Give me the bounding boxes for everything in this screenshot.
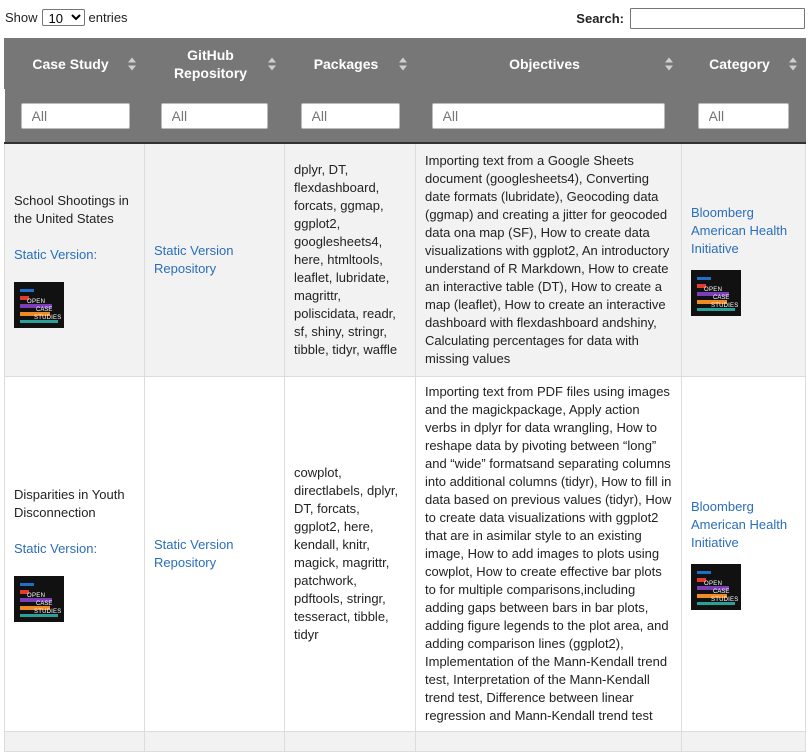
packages-cell: cowplot, directlabels, dplyr, DT, forcat…	[284, 376, 416, 732]
entries-select[interactable]: 10	[41, 9, 85, 26]
filter-input-packages[interactable]	[300, 102, 400, 129]
static-version-link[interactable]: Static Version:	[14, 246, 135, 264]
repository-link[interactable]: Repository	[154, 555, 216, 570]
entries-label: entries	[88, 10, 128, 25]
static-version-repo-link[interactable]: Static Version	[154, 537, 234, 552]
filter-input-category[interactable]	[697, 102, 789, 129]
category-cell: Bloomberg American Health Initiative OPE…	[681, 143, 806, 377]
category-link[interactable]: Bloomberg American Health Initiative	[691, 204, 796, 258]
column-header-case-study[interactable]: Case Study	[4, 38, 145, 89]
sort-icon[interactable]	[789, 57, 797, 70]
search-input[interactable]	[630, 8, 805, 29]
case-study-cell: School Shootings in the United States St…	[4, 143, 145, 377]
table-row: Disparities in Youth Disconnection Stati…	[4, 376, 806, 732]
filter-row	[4, 89, 806, 144]
repository-link[interactable]: Repository	[154, 261, 216, 276]
filter-input-github-repository[interactable]	[160, 102, 268, 129]
search-label: Search:	[576, 11, 624, 26]
category-cell: Bloomberg American Health Initiative OPE…	[681, 376, 806, 732]
case-study-title: School Shootings in the United States	[14, 192, 129, 226]
table-row: School Shootings in the United States St…	[4, 143, 806, 377]
sort-icon[interactable]	[128, 57, 136, 70]
case-study-title: Disparities in Youth Disconnection	[14, 486, 125, 520]
packages-cell: dplyr, DT, flexdashboard, forcats, ggmap…	[284, 143, 416, 377]
filter-input-case-study[interactable]	[20, 102, 130, 129]
column-header-objectives[interactable]: Objectives	[415, 38, 682, 89]
case-study-cell: Disparities in Youth Disconnection Stati…	[4, 376, 145, 732]
filter-input-objectives[interactable]	[431, 102, 665, 129]
search-control: Search:	[576, 8, 805, 29]
header-row: Case Study GitHub Repository Packages Ob…	[4, 38, 806, 89]
repository-cell: Static Version Repository	[144, 143, 285, 377]
open-case-studies-logo-icon[interactable]: OPEN CASE STUDIES	[14, 575, 64, 622]
open-case-studies-logo-icon[interactable]: OPEN CASE STUDIES	[691, 269, 741, 316]
sort-icon[interactable]	[268, 57, 276, 70]
repository-cell: Static Version Repository	[144, 376, 285, 732]
case-studies-table: Case Study GitHub Repository Packages Ob…	[4, 38, 806, 752]
open-case-studies-logo-icon[interactable]: OPEN CASE STUDIES	[691, 563, 741, 610]
objectives-cell: Importing text from PDF files using imag…	[415, 376, 682, 732]
column-header-category[interactable]: Category	[681, 38, 806, 89]
sort-icon[interactable]	[665, 57, 673, 70]
entries-length-control: Show 10 entries	[5, 9, 128, 26]
static-version-link[interactable]: Static Version:	[14, 540, 135, 558]
table-row	[4, 731, 806, 752]
show-label: Show	[5, 10, 38, 25]
sort-icon[interactable]	[399, 57, 407, 70]
static-version-repo-link[interactable]: Static Version	[154, 243, 234, 258]
table-controls: Show 10 entries Search:	[0, 0, 812, 38]
column-header-github-repository[interactable]: GitHub Repository	[144, 38, 285, 89]
objectives-cell: Importing text from a Google Sheets docu…	[415, 143, 682, 377]
category-link[interactable]: Bloomberg American Health Initiative	[691, 498, 796, 552]
column-header-packages[interactable]: Packages	[284, 38, 416, 89]
open-case-studies-logo-icon[interactable]: OPEN CASE STUDIES	[14, 281, 64, 328]
